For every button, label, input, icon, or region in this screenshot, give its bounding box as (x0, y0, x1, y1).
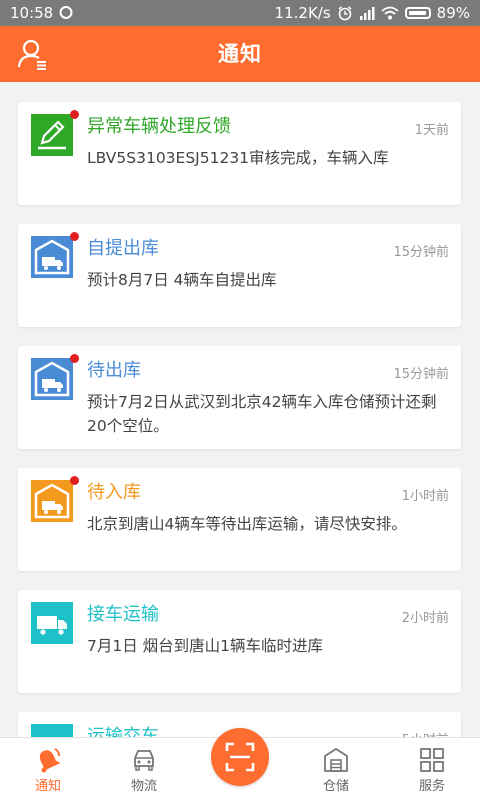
notification-body: 预计8月7日 4辆车自提出库 (87, 271, 277, 289)
notification-title: 异常车辆处理反馈 (87, 116, 231, 137)
notification-body: 北京到唐山4辆车等待出库运输，请尽快安排。 (87, 515, 407, 533)
notification-item-abnormal-feedback[interactable]: 异常车辆处理反馈 1天前 LBV5S3103ESJ51231审核完成，车辆入库 (18, 102, 461, 205)
notification-time: 2小时前 (401, 611, 449, 626)
tab-notifications[interactable]: 通知 (8, 738, 88, 800)
grid-icon (420, 748, 444, 772)
unread-dot (70, 110, 79, 119)
notification-body: LBV5S3103ESJ51231审核完成，车辆入库 (87, 149, 389, 167)
notification-title: 自提出库 (87, 238, 159, 259)
battery-icon (404, 7, 431, 19)
warehouse-icon (324, 747, 348, 772)
battery-level: 89% (436, 4, 470, 22)
tab-label: 服务 (418, 779, 445, 794)
notification-time: 1天前 (414, 123, 449, 138)
notification-time: 15分钟前 (393, 245, 449, 260)
tab-warehouse[interactable]: 仓储 (296, 738, 376, 800)
pencil-icon (31, 114, 73, 156)
notification-time: 15分钟前 (393, 367, 449, 382)
notification-body: 7月1日 烟台到唐山1辆车临时进库 (87, 637, 324, 655)
notification-title: 接车运输 (87, 604, 159, 625)
tab-services[interactable]: 服务 (392, 738, 472, 800)
unread-dot (70, 232, 79, 241)
status-time: 10:58 (10, 4, 54, 22)
signal-icon (359, 7, 375, 20)
tab-label: 仓储 (322, 779, 349, 794)
page-title: 通知 (218, 42, 262, 66)
notification-item-self-pickup[interactable]: 自提出库 15分钟前 预计8月7日 4辆车自提出库 (18, 224, 461, 327)
notification-title: 待入库 (87, 482, 141, 503)
app-header: 通知 (0, 26, 480, 82)
notification-item-pending-inbound[interactable]: 待入库 1小时前 北京到唐山4辆车等待出库运输，请尽快安排。 (18, 468, 461, 571)
message-icon (59, 6, 73, 19)
warehouse-icon (31, 480, 73, 522)
car-icon (134, 750, 154, 771)
tab-label: 通知 (34, 779, 61, 794)
notification-title: 待出库 (87, 360, 141, 381)
notification-time: 5小时前 (402, 729, 449, 737)
scan-button[interactable] (211, 728, 269, 786)
unread-dot (70, 354, 79, 363)
tab-logistics[interactable]: 物流 (104, 738, 184, 800)
truck-icon (31, 602, 73, 644)
notification-item-pickup-transport[interactable]: 接车运输 2小时前 7月1日 烟台到唐山1辆车临时进库 (18, 590, 461, 693)
warehouse-icon (31, 236, 73, 278)
warehouse-icon (31, 358, 73, 400)
unread-dot (70, 476, 79, 485)
notification-item-pending-outbound[interactable]: 待出库 15分钟前 预计7月2日从武汉到北京42辆车入库仓储预计还剩20个空位。 (18, 346, 461, 449)
scan-icon (225, 742, 255, 772)
alarm-icon (338, 6, 352, 21)
truck-icon (31, 724, 73, 737)
wifi-icon (381, 6, 399, 20)
status-bar: 10:58 11.2K/s 89% (0, 0, 480, 26)
notification-body: 预计7月2日从武汉到北京42辆车入库仓储预计还剩20个空位。 (87, 393, 437, 435)
notification-time: 1小时前 (401, 489, 449, 504)
net-speed: 11.2K/s (274, 4, 331, 22)
notification-list[interactable]: 异常车辆处理反馈 1天前 LBV5S3103ESJ51231审核完成，车辆入库 … (0, 82, 480, 737)
tab-label: 物流 (130, 779, 157, 794)
bell-icon (39, 748, 61, 773)
notification-title: 运输交车 (87, 726, 159, 737)
